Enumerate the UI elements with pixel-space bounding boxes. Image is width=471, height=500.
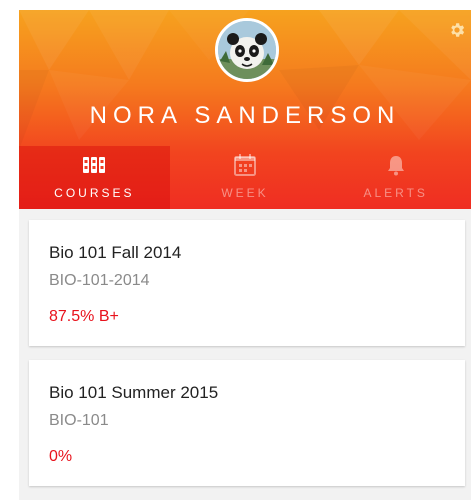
course-code: BIO-101-2014 (49, 272, 150, 289)
course-card[interactable]: Bio 101 Summer 2015 BIO-101 0% (29, 360, 465, 486)
tab-courses-label: COURSES (54, 186, 135, 200)
course-code: BIO-101 (49, 412, 109, 429)
course-title: Bio 101 Fall 2014 (49, 243, 182, 262)
profile-header: NORA SANDERSON COURSES WEEK ALERTS (19, 10, 471, 209)
tab-week[interactable]: WEEK (170, 146, 321, 209)
course-card[interactable]: Bio 101 Fall 2014 BIO-101-2014 87.5% B+ (29, 220, 465, 346)
screen: NORA SANDERSON COURSES WEEK ALERTS Bio 1… (0, 0, 471, 500)
bell-icon (386, 154, 406, 176)
course-title: Bio 101 Summer 2015 (49, 383, 219, 402)
course-grade: 0% (49, 448, 73, 465)
app-panel: NORA SANDERSON COURSES WEEK ALERTS Bio 1… (19, 10, 471, 500)
gear-icon (451, 23, 465, 37)
course-grade: 87.5% B+ (49, 308, 119, 325)
tab-week-label: WEEK (221, 186, 269, 200)
avatar[interactable] (215, 18, 279, 82)
tab-courses[interactable]: COURSES (19, 146, 170, 209)
user-name: NORA SANDERSON (89, 102, 401, 129)
tab-alerts-label: ALERTS (363, 186, 428, 200)
settings-button[interactable] (447, 20, 467, 40)
tab-bar: COURSES WEEK ALERTS (19, 146, 471, 209)
tab-alerts[interactable]: ALERTS (320, 146, 471, 209)
panda-avatar-image (218, 21, 276, 79)
books-icon (82, 154, 106, 176)
calendar-icon (233, 154, 257, 176)
